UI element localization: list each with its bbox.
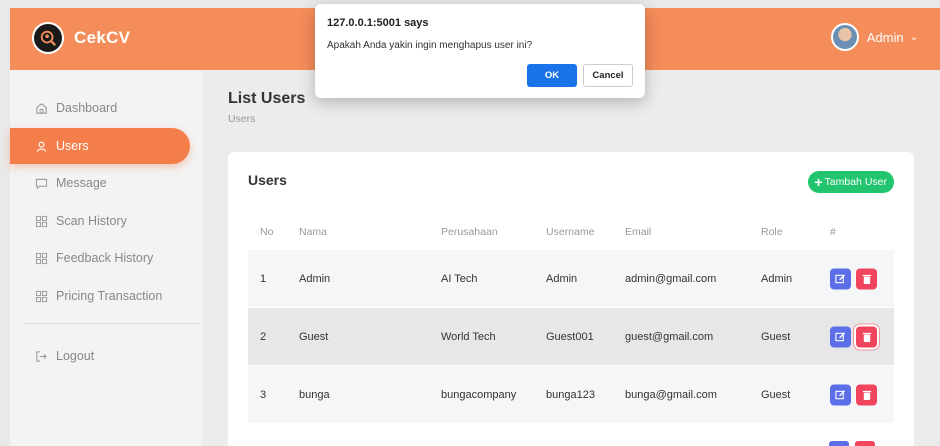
sidebar-item-logout[interactable]: Logout bbox=[10, 338, 190, 374]
cell-perusahaan: AI Tech bbox=[441, 272, 478, 285]
delete-button[interactable] bbox=[856, 326, 877, 347]
cancel-button[interactable]: Cancel bbox=[583, 64, 633, 87]
brand[interactable]: CekCV bbox=[32, 22, 130, 54]
add-user-label: Tambah User bbox=[824, 176, 887, 188]
table-row: 1 Admin AI Tech Admin admin@gmail.com Ad… bbox=[248, 250, 894, 307]
cell-no: 1 bbox=[260, 272, 267, 285]
cell-role: Guest bbox=[761, 388, 791, 401]
sidebar: Dashboard Users Message Scan History Fee… bbox=[10, 70, 202, 446]
main-content: List Users Users Users + Tambah User No … bbox=[202, 70, 940, 446]
dialog-message: Apakah Anda yakin ingin menghapus user i… bbox=[327, 40, 533, 51]
cell-email: bunga@gmail.com bbox=[625, 388, 717, 401]
dialog-title: 127.0.0.1:5001 says bbox=[327, 17, 429, 29]
confirm-dialog: 127.0.0.1:5001 says Apakah Anda yakin in… bbox=[315, 4, 645, 98]
cell-role: Admin bbox=[761, 272, 793, 285]
cell-username: Guest001 bbox=[546, 330, 594, 343]
table-header: No Nama Perusahaan Username Email Role # bbox=[248, 217, 894, 247]
edit-icon bbox=[835, 273, 846, 283]
table-row: 3 bunga bungacompany bunga123 bunga@gmai… bbox=[248, 366, 894, 423]
ok-button[interactable]: OK bbox=[527, 64, 577, 87]
cell-perusahaan: bungacompany bbox=[441, 388, 517, 401]
add-user-button[interactable]: + Tambah User bbox=[808, 171, 894, 193]
sidebar-item-dashboard[interactable]: Dashboard bbox=[10, 90, 190, 126]
cell-username: Admin bbox=[546, 272, 578, 285]
edit-icon bbox=[835, 331, 846, 341]
edit-icon bbox=[835, 389, 846, 399]
delete-button[interactable] bbox=[856, 268, 877, 289]
cell-role: Guest bbox=[761, 330, 791, 343]
column-header: Username bbox=[546, 226, 595, 238]
users-card: Users + Tambah User No Nama Perusahaan U… bbox=[228, 152, 914, 446]
column-header: Email bbox=[625, 226, 652, 238]
sidebar-divider bbox=[24, 323, 200, 324]
message-icon bbox=[34, 176, 48, 190]
delete-button[interactable] bbox=[856, 384, 877, 405]
sidebar-item-users[interactable]: Users bbox=[10, 128, 190, 164]
brand-name: CekCV bbox=[74, 28, 131, 47]
grid-icon bbox=[34, 289, 48, 303]
edit-button[interactable] bbox=[830, 268, 851, 289]
sidebar-item-label: Feedback History bbox=[56, 251, 154, 265]
sidebar-item-message[interactable]: Message bbox=[10, 165, 190, 201]
table-row: 2 Guest World Tech Guest001 guest@gmail.… bbox=[248, 308, 894, 365]
cell-no: 2 bbox=[260, 330, 267, 343]
sidebar-item-pricing-transaction[interactable]: Pricing Transaction bbox=[10, 278, 190, 314]
cell-no: 3 bbox=[260, 388, 267, 401]
sidebar-item-label: Users bbox=[56, 139, 89, 153]
trash-icon bbox=[862, 274, 871, 284]
trash-icon bbox=[862, 332, 871, 342]
plus-icon: + bbox=[814, 174, 823, 190]
row-actions bbox=[830, 268, 877, 289]
sidebar-item-label: Logout bbox=[56, 349, 95, 363]
cell-nama: bunga bbox=[299, 388, 330, 401]
row-actions bbox=[830, 384, 877, 405]
column-header: No bbox=[260, 226, 274, 238]
row-actions bbox=[830, 326, 877, 347]
edit-button[interactable] bbox=[830, 384, 851, 405]
cell-nama: Admin bbox=[299, 272, 331, 285]
column-header: Role bbox=[761, 226, 783, 238]
delete-button[interactable] bbox=[855, 441, 875, 446]
user-menu-label: Admin bbox=[866, 29, 904, 45]
sidebar-item-label: Scan History bbox=[56, 214, 127, 228]
column-header: # bbox=[830, 226, 836, 238]
chevron-down-icon: ⌄ bbox=[909, 31, 918, 43]
sidebar-item-scan-history[interactable]: Scan History bbox=[10, 203, 190, 239]
home-icon bbox=[34, 101, 48, 115]
grid-icon bbox=[34, 251, 48, 265]
user-icon bbox=[34, 139, 48, 153]
edit-button[interactable] bbox=[830, 326, 851, 347]
column-header: Nama bbox=[299, 226, 328, 238]
column-header: Perusahaan bbox=[441, 226, 498, 238]
breadcrumb[interactable]: Users bbox=[228, 113, 255, 125]
cell-perusahaan: World Tech bbox=[441, 330, 496, 343]
sidebar-item-label: Message bbox=[56, 176, 107, 190]
sidebar-item-label: Dashboard bbox=[56, 101, 118, 115]
logout-icon bbox=[34, 349, 48, 363]
edit-button[interactable] bbox=[829, 441, 849, 446]
grid-icon bbox=[34, 214, 48, 228]
user-menu[interactable]: Admin ⌄ bbox=[830, 23, 918, 51]
sidebar-item-feedback-history[interactable]: Feedback History bbox=[10, 240, 190, 276]
cell-username: bunga123 bbox=[546, 388, 595, 401]
cell-email: admin@gmail.com bbox=[625, 272, 717, 285]
page-title: List Users bbox=[228, 90, 306, 107]
cell-nama: Guest bbox=[299, 330, 329, 343]
sidebar-item-label: Pricing Transaction bbox=[56, 289, 163, 303]
trash-icon bbox=[862, 390, 871, 400]
avatar bbox=[830, 23, 859, 51]
brand-logo-icon bbox=[32, 22, 64, 54]
cell-email: guest@gmail.com bbox=[625, 330, 714, 343]
card-title: Users bbox=[248, 172, 287, 188]
